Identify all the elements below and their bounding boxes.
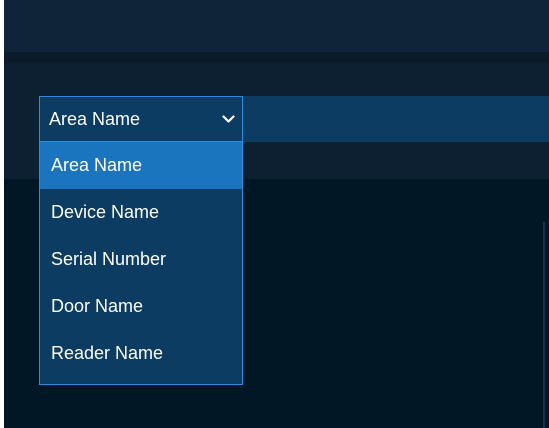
chevron-down-icon [214,114,242,124]
option-label: Reader Name [51,343,164,363]
option-reader-name[interactable]: Reader Name [40,330,242,377]
option-area-name[interactable]: Area Name [40,142,242,189]
option-serial-number[interactable]: Serial Number [40,236,242,283]
filter-field-select[interactable]: Area Name [39,96,243,142]
dropdown-options-list: Area Name Device Name Serial Number Door… [39,142,243,385]
option-label: Serial Number [51,249,167,269]
top-header-bar [4,0,549,52]
option-label: Door Name [51,296,144,316]
option-door-name[interactable]: Door Name [40,283,242,330]
right-scroll-track [543,222,545,428]
option-device-name[interactable]: Device Name [40,189,242,236]
option-label: Device Name [51,202,160,222]
select-current-value: Area Name [49,108,141,129]
filter-input-area[interactable] [243,96,549,142]
option-label: Area Name [51,155,143,175]
